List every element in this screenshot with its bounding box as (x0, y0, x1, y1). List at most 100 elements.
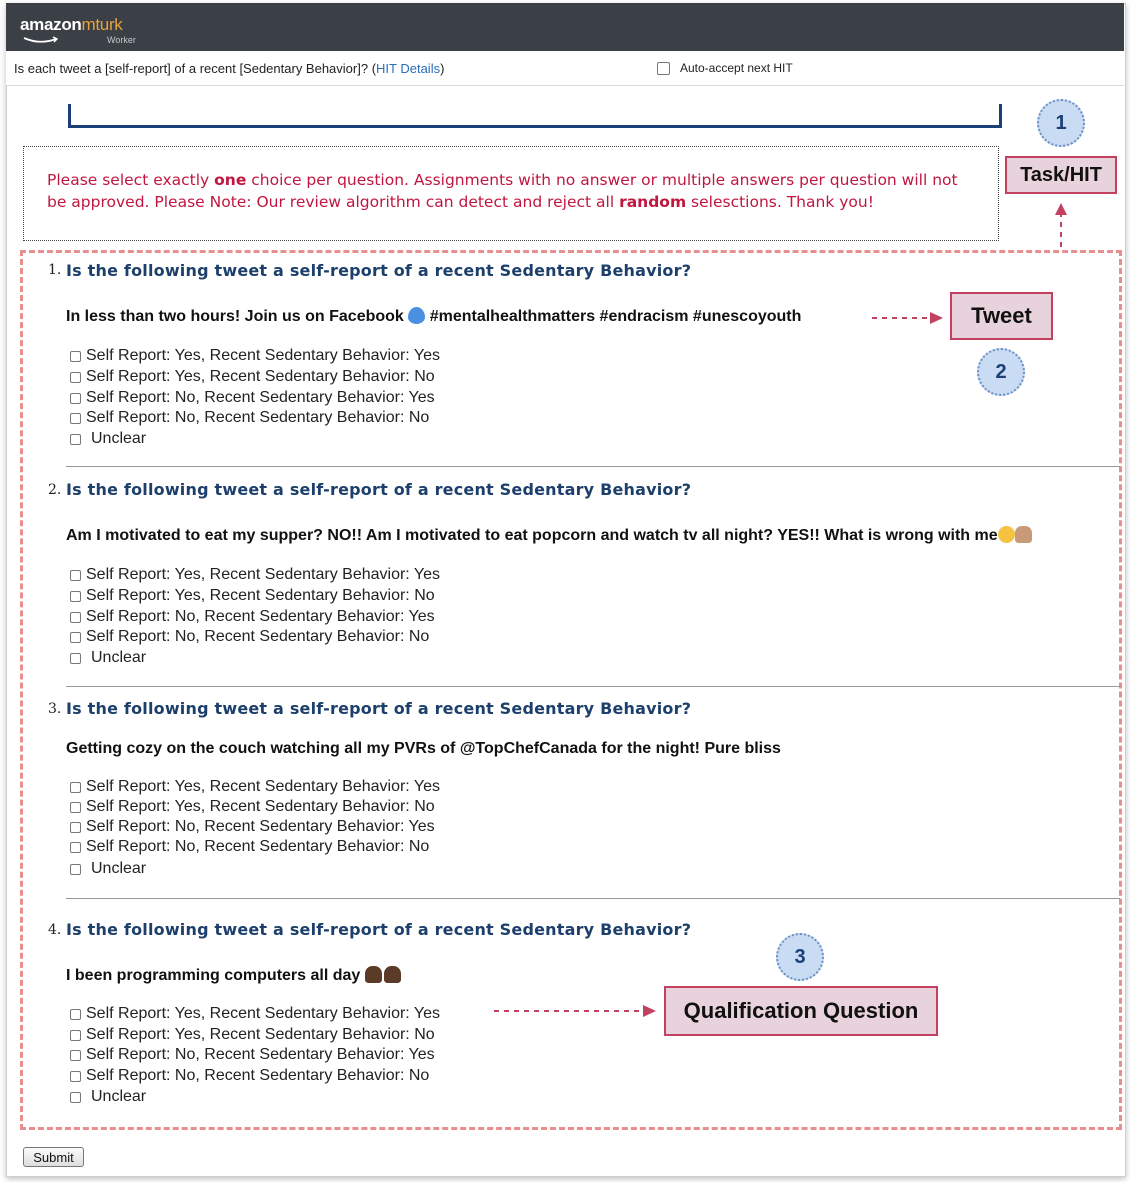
option-no-yes[interactable]: Self Report: No, Recent Sedentary Behavi… (70, 608, 435, 626)
checkbox[interactable] (70, 433, 81, 445)
auto-accept-toggle[interactable]: Auto-accept next HIT (657, 61, 793, 75)
instr-text-3: selesctions. Thank you! (686, 192, 874, 211)
option-yes-yes[interactable]: Self Report: Yes, Recent Sedentary Behav… (70, 566, 440, 584)
option-yes-yes[interactable]: Self Report: Yes, Recent Sedentary Behav… (70, 1005, 440, 1023)
option-label: Self Report: Yes, Recent Sedentary Behav… (86, 798, 435, 815)
tweet-text-head: Am I motivated to eat my supper? NO!! Am… (66, 527, 998, 544)
option-label: Unclear (91, 430, 147, 447)
question-title: Is the following tweet a self-report of … (66, 261, 692, 280)
auto-accept-checkbox[interactable] (657, 61, 670, 75)
logo-worker-label: Worker (107, 35, 136, 45)
annotation-circle-3: 3 (776, 933, 824, 981)
option-no-no[interactable]: Self Report: No, Recent Sedentary Behavi… (70, 628, 429, 646)
mturk-logo[interactable]: amazonmturk (20, 15, 123, 35)
option-yes-no[interactable]: Self Report: Yes, Recent Sedentary Behav… (70, 1026, 435, 1044)
option-yes-yes[interactable]: Self Report: Yes, Recent Sedentary Behav… (70, 347, 440, 365)
question-number: 2. (48, 482, 62, 498)
option-label: Unclear (91, 649, 147, 666)
question-divider (66, 686, 1120, 687)
tweet-label: Tweet (950, 292, 1053, 340)
option-no-yes[interactable]: Self Report: No, Recent Sedentary Behavi… (70, 1046, 435, 1064)
submit-button[interactable]: Submit (23, 1147, 84, 1167)
checkbox[interactable] (70, 392, 81, 404)
option-label: Self Report: No, Recent Sedentary Behavi… (86, 1046, 435, 1063)
checkbox[interactable] (70, 821, 81, 833)
option-label: Self Report: Yes, Recent Sedentary Behav… (86, 778, 441, 795)
option-no-no[interactable]: Self Report: No, Recent Sedentary Behavi… (70, 838, 429, 856)
hit-bar: Is each tweet a [self-report] of a recen… (6, 51, 1124, 86)
option-label: Unclear (91, 860, 147, 877)
option-unclear[interactable]: Unclear (70, 430, 146, 448)
instr-text-1: Please select exactly (47, 171, 215, 189)
checkbox[interactable] (70, 631, 81, 643)
hit-details-link[interactable]: HIT Details (376, 61, 440, 76)
option-no-no[interactable]: Self Report: No, Recent Sedentary Behavi… (70, 1067, 429, 1085)
option-yes-no[interactable]: Self Report: Yes, Recent Sedentary Behav… (70, 368, 435, 386)
option-label: Self Report: No, Recent Sedentary Behavi… (86, 608, 435, 625)
option-yes-yes[interactable]: Self Report: Yes, Recent Sedentary Behav… (70, 778, 440, 796)
question-number: 1. (48, 262, 62, 278)
option-label: Self Report: No, Recent Sedentary Behavi… (86, 1067, 430, 1084)
amazon-smile-icon (23, 36, 59, 43)
checkbox[interactable] (70, 569, 81, 581)
instructions-box: Please select exactly one choice per que… (23, 146, 999, 241)
option-label: Self Report: Yes, Recent Sedentary Behav… (86, 347, 441, 364)
checkbox[interactable] (70, 350, 81, 362)
annotation-circle-2: 2 (977, 348, 1025, 396)
task-hit-label: Task/HIT (1005, 156, 1117, 194)
question-number: 4. (48, 922, 62, 938)
question-divider (66, 466, 1120, 467)
option-unclear[interactable]: Unclear (70, 1088, 146, 1106)
checkbox[interactable] (70, 841, 81, 853)
instr-bold-one: one (214, 171, 247, 189)
checkbox[interactable] (70, 863, 81, 875)
checkbox[interactable] (70, 371, 81, 383)
checkbox[interactable] (70, 1091, 81, 1103)
option-yes-no[interactable]: Self Report: Yes, Recent Sedentary Behav… (70, 798, 435, 816)
tweet-text-tail: #mentalhealthmatters #endracism #unescoy… (425, 308, 802, 325)
option-no-yes[interactable]: Self Report: No, Recent Sedentary Behavi… (70, 389, 435, 407)
option-label: Self Report: Yes, Recent Sedentary Behav… (86, 1005, 441, 1022)
option-label: Self Report: No, Recent Sedentary Behavi… (86, 389, 435, 406)
question-title: Is the following tweet a self-report of … (66, 480, 692, 499)
tweet-text-head: In less than two hours! Join us on Faceb… (66, 308, 404, 325)
checkbox[interactable] (70, 590, 81, 602)
checkbox[interactable] (70, 1070, 81, 1082)
option-no-yes[interactable]: Self Report: No, Recent Sedentary Behavi… (70, 818, 435, 836)
tweet-text: In less than two hours! Join us on Faceb… (66, 307, 801, 326)
option-label: Unclear (91, 1088, 147, 1105)
checkbox[interactable] (70, 1008, 81, 1020)
hit-title-text: Is each tweet a [self-report] of a recen… (14, 61, 377, 76)
instr-bold-random: random (619, 192, 687, 211)
checkbox[interactable] (70, 1049, 81, 1061)
option-label: Self Report: No, Recent Sedentary Behavi… (86, 628, 430, 645)
option-label: Self Report: Yes, Recent Sedentary Behav… (86, 1026, 435, 1043)
option-label: Self Report: Yes, Recent Sedentary Behav… (86, 587, 435, 604)
logo-mturk: mturk (81, 15, 123, 34)
logo-amazon: amazon (20, 15, 82, 34)
question-title: Is the following tweet a self-report of … (66, 699, 692, 718)
checkbox[interactable] (70, 781, 81, 793)
hit-title: Is each tweet a [self-report] of a recen… (14, 61, 444, 76)
option-unclear[interactable]: Unclear (70, 649, 146, 667)
qualification-question-label: Qualification Question (664, 986, 938, 1036)
option-yes-no[interactable]: Self Report: Yes, Recent Sedentary Behav… (70, 587, 435, 605)
person-emoji-icon (383, 966, 401, 983)
checkbox[interactable] (70, 1029, 81, 1041)
checkbox[interactable] (70, 801, 81, 813)
option-unclear[interactable]: Unclear (70, 860, 146, 878)
option-label: Self Report: Yes, Recent Sedentary Behav… (86, 368, 435, 385)
thinking-face-icon (997, 526, 1015, 543)
option-no-no[interactable]: Self Report: No, Recent Sedentary Behavi… (70, 409, 429, 427)
option-label: Self Report: No, Recent Sedentary Behavi… (86, 838, 430, 855)
auto-accept-label: Auto-accept next HIT (680, 61, 793, 75)
checkbox[interactable] (70, 611, 81, 623)
mturk-header: amazonmturk Worker (6, 3, 1124, 51)
option-label: Self Report: No, Recent Sedentary Behavi… (86, 818, 435, 835)
tweet-text: Getting cozy on the couch watching all m… (66, 740, 781, 757)
question-title: Is the following tweet a self-report of … (66, 920, 692, 939)
checkbox[interactable] (70, 652, 81, 664)
hit-title-suffix: ) (440, 61, 445, 76)
checkbox[interactable] (70, 412, 81, 424)
tweet-text: Am I motivated to eat my supper? NO!! Am… (66, 526, 1032, 545)
